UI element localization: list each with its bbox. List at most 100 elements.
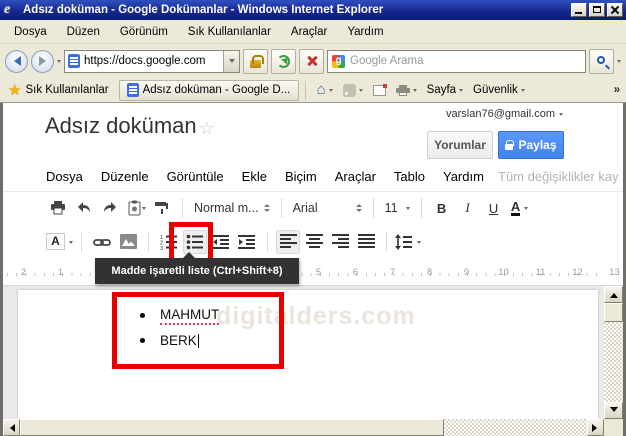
document-title[interactable]: Adsız doküman — [45, 113, 197, 139]
vertical-scroll-track[interactable] — [604, 322, 623, 402]
highlight-color-button[interactable]: A — [46, 230, 73, 254]
ruler-number: 13 — [596, 267, 626, 278]
justify-icon — [358, 234, 375, 249]
maximize-button[interactable] — [589, 3, 605, 17]
ie-icon: e — [4, 3, 18, 17]
align-right-button[interactable] — [328, 230, 352, 254]
favorites-star-icon: ★ — [8, 81, 21, 99]
forward-button[interactable] — [31, 50, 54, 73]
menu-gorunum[interactable]: Görünüm — [110, 23, 178, 41]
font-size-dropdown[interactable]: 11 — [381, 201, 414, 215]
scroll-down-button[interactable] — [604, 402, 623, 419]
horizontal-scroll-thumb[interactable] — [20, 419, 444, 436]
save-status: Tüm değişiklikler kay — [498, 169, 619, 184]
page-tab[interactable]: Adsız doküman - Google D... — [119, 80, 299, 101]
recent-pages-dropdown[interactable] — [57, 60, 61, 65]
address-bar: https://docs.google.com Google Arama — [0, 44, 626, 78]
insert-image-button[interactable] — [116, 230, 140, 254]
star-document-button[interactable]: ☆ — [199, 119, 214, 139]
search-placeholder: Google Arama — [350, 55, 424, 67]
home-button[interactable]: ⌂ — [312, 81, 338, 99]
redo-button[interactable] — [98, 196, 122, 220]
docs-menu-bar: Dosya Düzenle Görüntüle Ekle Biçim Araçl… — [37, 165, 493, 188]
line-spacing-icon — [395, 234, 413, 250]
stop-button[interactable] — [299, 49, 324, 74]
menu-araclar[interactable]: Araçlar — [281, 23, 337, 41]
vertical-scrollbar[interactable] — [604, 286, 623, 419]
justify-button[interactable] — [354, 230, 378, 254]
toolbar-overflow-button[interactable]: » — [612, 84, 622, 96]
search-input[interactable]: Google Arama — [327, 50, 586, 73]
favorites-button[interactable]: Sık Kullanılanlar — [25, 84, 108, 96]
document-page[interactable]: digitalders.com MAHMUT BERK — [18, 290, 598, 419]
printer-icon — [396, 85, 410, 96]
horizontal-scroll-track[interactable] — [444, 419, 587, 436]
menu-yardim[interactable]: Yardım — [337, 23, 393, 41]
menu-sik-kullanilanlar[interactable]: Sık Kullanılanlar — [178, 23, 281, 41]
ruler-number: 5 — [300, 267, 337, 278]
rss-icon — [343, 84, 356, 97]
align-center-button[interactable] — [302, 230, 326, 254]
page-menu-button[interactable]: Sayfa — [422, 82, 468, 98]
read-mail-button[interactable] — [368, 83, 391, 98]
docs-menu-yardim[interactable]: Yardım — [434, 165, 493, 188]
vertical-scroll-thumb[interactable] — [604, 303, 623, 322]
align-center-icon — [306, 234, 323, 249]
docs-menu-ekle[interactable]: Ekle — [233, 165, 276, 188]
scroll-right-button[interactable] — [587, 419, 604, 436]
line-spacing-button[interactable] — [395, 230, 421, 254]
paint-roller-icon — [154, 200, 170, 216]
share-button[interactable]: Paylaş — [498, 131, 564, 159]
refresh-icon — [277, 55, 290, 68]
ruler-number: 10 — [485, 267, 522, 278]
refresh-button[interactable] — [271, 49, 296, 74]
text-color-button[interactable]: A — [508, 196, 532, 220]
scroll-left-button[interactable] — [3, 419, 20, 436]
underline-button[interactable]: U — [482, 196, 506, 220]
search-button[interactable] — [589, 49, 614, 74]
search-icon — [597, 56, 605, 64]
docs-menu-goruntule[interactable]: Görüntüle — [158, 165, 233, 188]
menu-dosya[interactable]: Dosya — [4, 23, 57, 41]
menu-duzen[interactable]: Düzen — [57, 23, 110, 41]
docs-menu-araclar[interactable]: Araçlar — [326, 165, 385, 188]
browser-viewport: varslan76@gmail.com Adsız doküman ☆ Yoru… — [0, 103, 626, 436]
docs-menu-duzenle[interactable]: Düzenle — [92, 165, 158, 188]
ruler-number: 2 — [5, 267, 42, 278]
scroll-up-button[interactable] — [604, 286, 623, 303]
insert-link-button[interactable] — [90, 230, 114, 254]
increase-indent-button[interactable] — [235, 230, 259, 254]
feeds-button[interactable] — [338, 82, 368, 99]
back-button[interactable] — [5, 50, 28, 73]
horizontal-scrollbar[interactable] — [3, 419, 604, 436]
bold-button[interactable]: B — [430, 196, 454, 220]
security-lock-button[interactable] — [243, 49, 268, 74]
print-button[interactable] — [391, 83, 422, 98]
security-menu-button[interactable]: Güvenlik — [468, 82, 530, 98]
paint-format-button[interactable] — [150, 196, 174, 220]
google-icon — [332, 55, 345, 68]
url-dropdown-button[interactable] — [223, 51, 239, 72]
docs-menu-dosya[interactable]: Dosya — [37, 165, 92, 188]
undo-button[interactable] — [72, 196, 96, 220]
search-options-dropdown[interactable] — [617, 60, 621, 65]
url-text[interactable]: https://docs.google.com — [84, 55, 223, 67]
align-left-button[interactable] — [276, 230, 300, 254]
print-button[interactable] — [46, 196, 70, 220]
ruler-number: 8 — [411, 267, 448, 278]
styles-dropdown[interactable]: Normal m... — [190, 201, 274, 215]
tab-doc-icon — [127, 83, 139, 97]
comments-button[interactable]: Yorumlar — [427, 131, 493, 159]
account-menu[interactable]: varslan76@gmail.com — [446, 108, 563, 120]
close-button[interactable] — [607, 3, 623, 17]
minimize-button[interactable] — [571, 3, 587, 17]
paste-format-button[interactable] — [124, 196, 148, 220]
lock-icon — [505, 144, 513, 150]
docs-menu-tablo[interactable]: Tablo — [385, 165, 434, 188]
url-field[interactable]: https://docs.google.com — [64, 50, 240, 73]
font-dropdown[interactable]: Arial — [289, 201, 366, 215]
link-icon — [93, 234, 111, 250]
docs-menu-bicim[interactable]: Biçim — [276, 165, 326, 188]
font-value: Arial — [293, 201, 351, 215]
italic-button[interactable]: I — [456, 196, 480, 220]
